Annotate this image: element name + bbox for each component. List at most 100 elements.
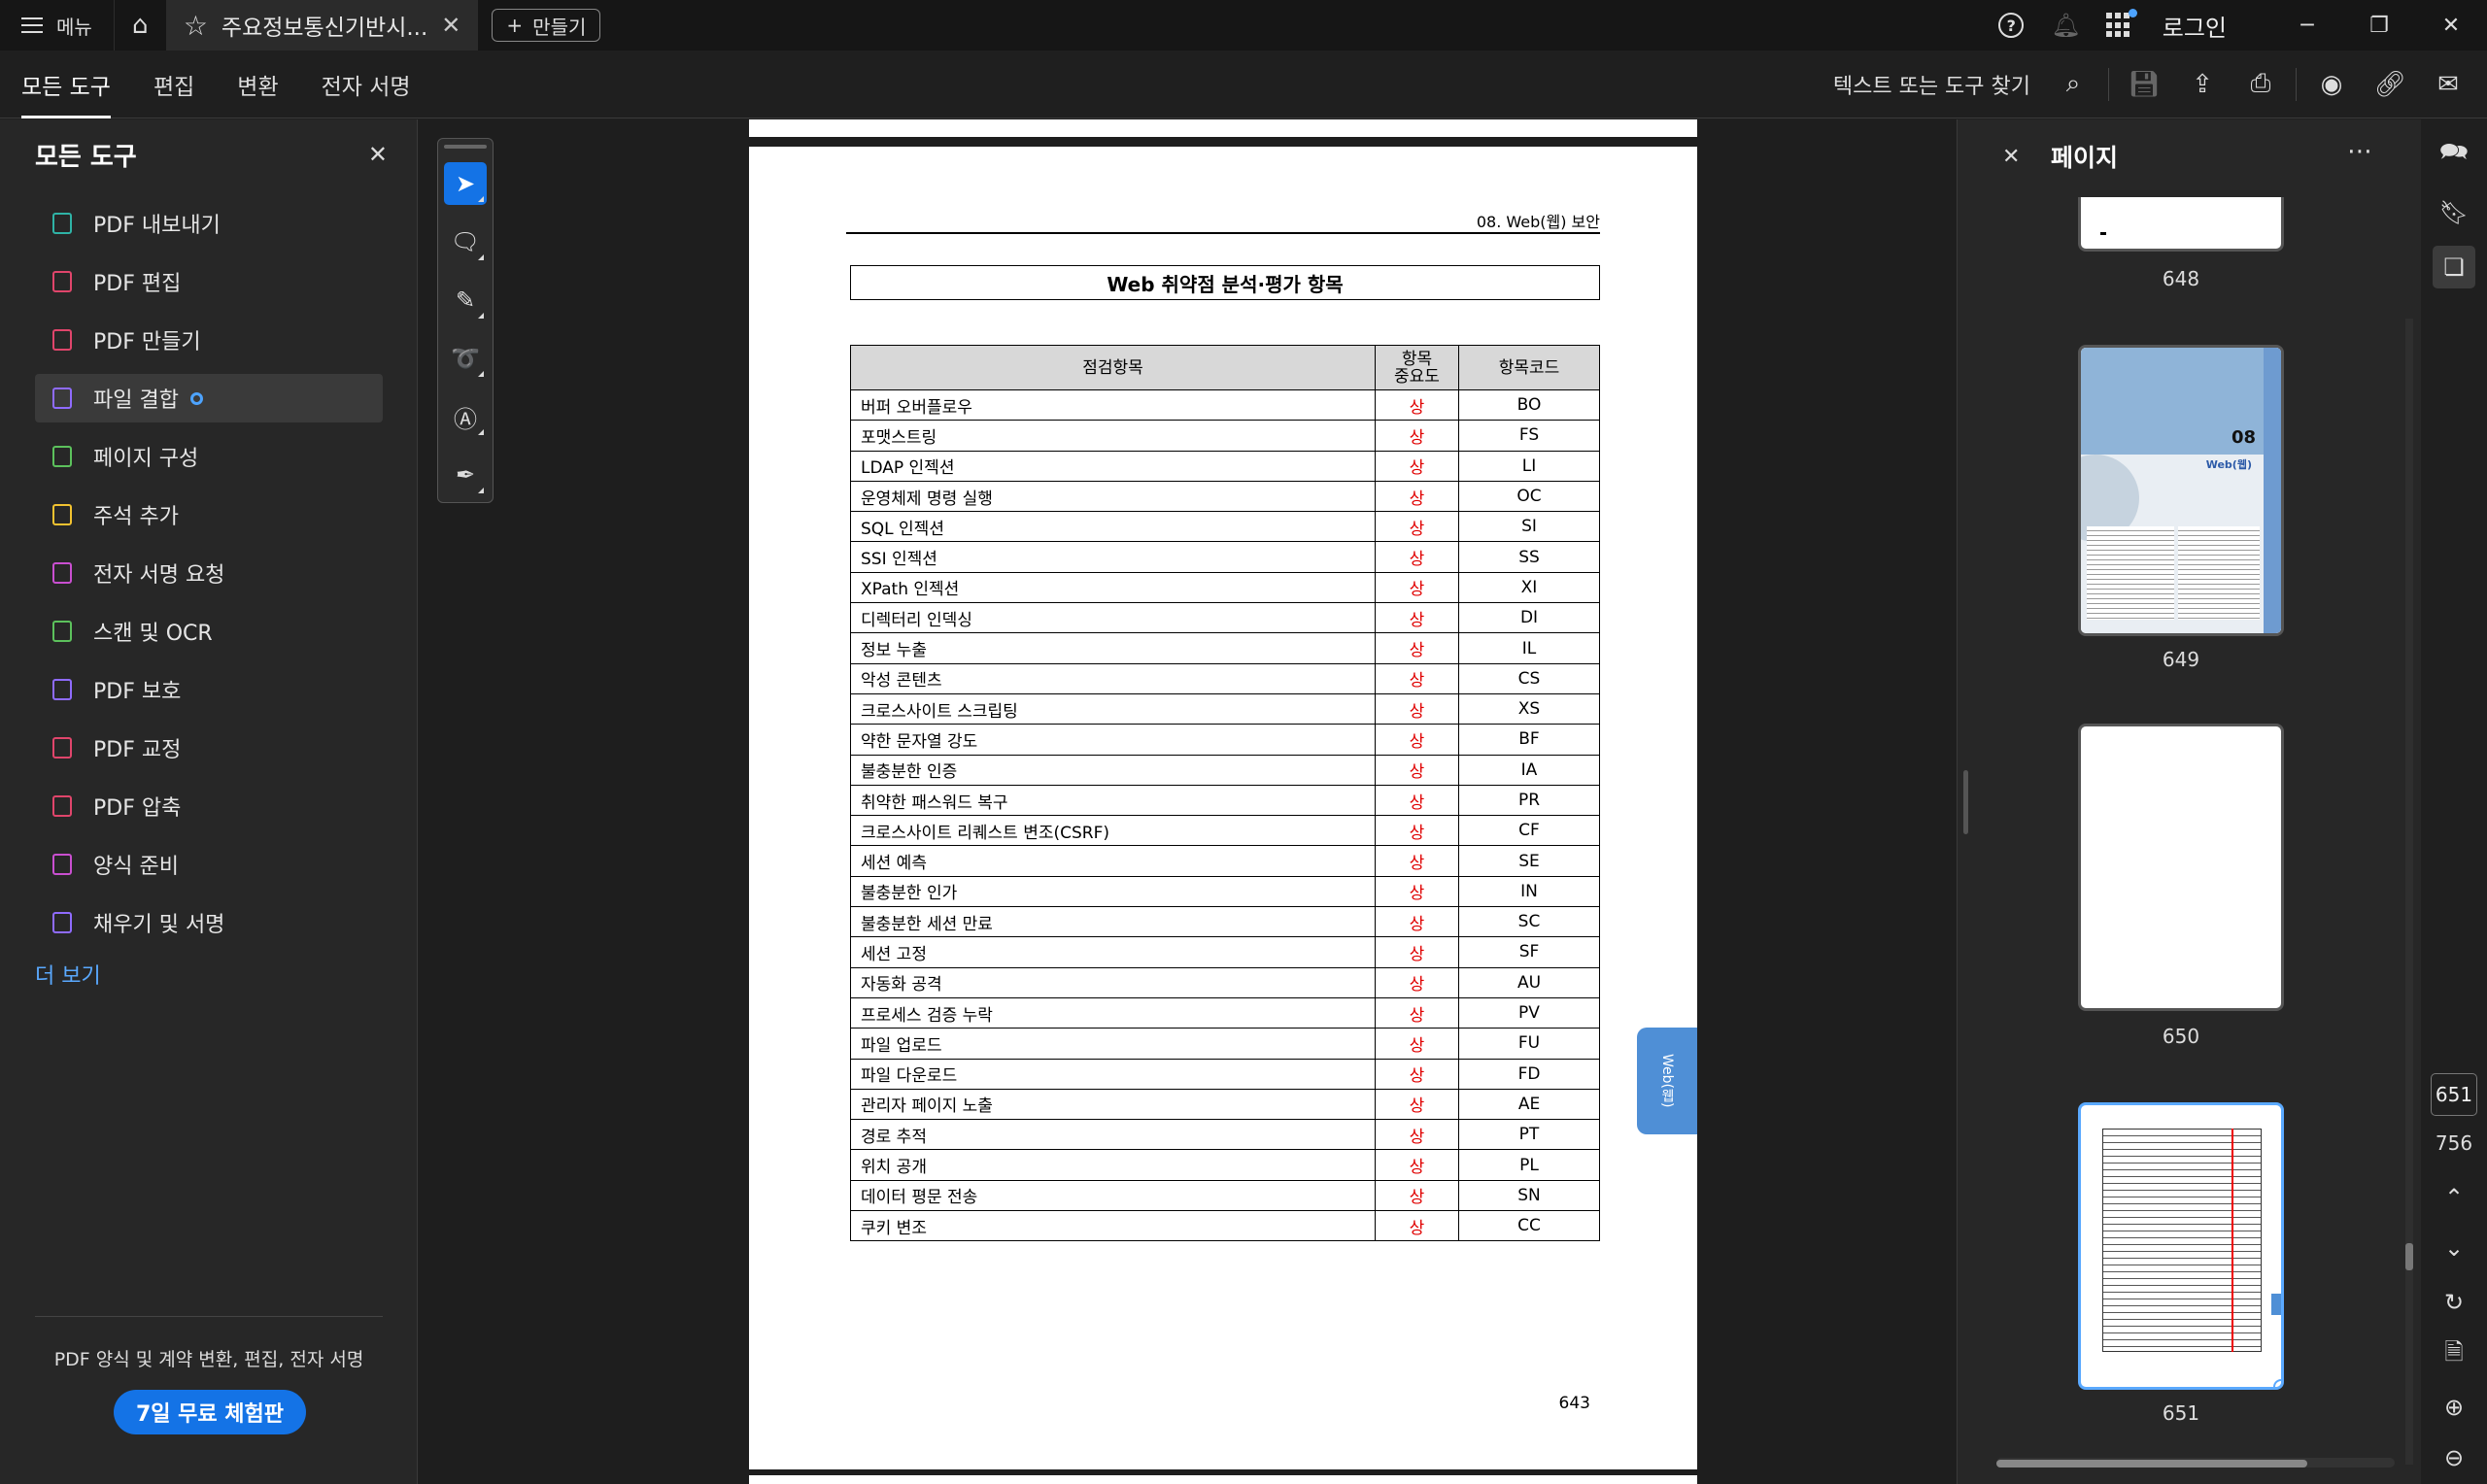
- upload-icon[interactable]: ⇪: [2173, 51, 2231, 118]
- tool-item[interactable]: PDF 편집: [35, 257, 383, 306]
- tool-item[interactable]: 페이지 구성: [35, 432, 383, 481]
- cell-item: 파일 업로드: [850, 1028, 1376, 1060]
- current-page-input[interactable]: 651: [2431, 1073, 2477, 1116]
- document-viewer[interactable]: 08. Web(웹) 보안 Web 취약점 분석·평가 항목 점검항목 항목 중…: [419, 119, 1956, 1484]
- thumbnail-649[interactable]: 08 Web(웹): [2078, 345, 2284, 636]
- rotate-icon[interactable]: ↻: [2433, 1281, 2475, 1324]
- tool-label: PDF 만들기: [93, 330, 201, 354]
- highlight-icon[interactable]: ✎: [444, 279, 487, 321]
- table-row: SSI 인젝션 상 SS: [850, 541, 1600, 573]
- tab-edit[interactable]: 편집: [132, 51, 216, 118]
- more-options-icon[interactable]: ⋯: [2347, 137, 2372, 166]
- thumbnail-651[interactable]: [2078, 1102, 2284, 1390]
- chevron-up-icon[interactable]: ⌃: [2433, 1176, 2475, 1219]
- bell-icon[interactable]: 🔔︎: [2051, 12, 2080, 39]
- cell-code: SF: [1458, 936, 1600, 968]
- tool-item[interactable]: PDF 만들기: [35, 316, 383, 364]
- cell-code: PV: [1458, 996, 1600, 1029]
- email-icon[interactable]: ✉: [2419, 51, 2477, 118]
- cell-code: IL: [1458, 632, 1600, 664]
- tool-item[interactable]: 채우기 및 서명: [35, 898, 383, 947]
- free-trial-button[interactable]: 7일 무료 체험판: [114, 1390, 306, 1434]
- cell-imp: 상: [1375, 754, 1459, 786]
- cell-code: DI: [1458, 602, 1600, 634]
- bookmarks-icon[interactable]: 🔖︎: [2433, 191, 2475, 234]
- share-user-icon[interactable]: ◉: [2302, 51, 2361, 118]
- pages-panel: ✕ 페이지 ⋯ 648 08 Web(웹) 649 650 651: [1957, 119, 2421, 1484]
- pages-horizontal-scrollbar[interactable]: [1996, 1460, 2307, 1467]
- tab-convert[interactable]: 변환: [216, 51, 299, 118]
- menu-button[interactable]: 메뉴: [0, 0, 114, 51]
- save-icon[interactable]: 💾︎: [2115, 51, 2173, 118]
- promo-text: PDF 양식 및 계약 변환, 편집, 전자 서명: [53, 1349, 364, 1370]
- cell-code: PL: [1458, 1149, 1600, 1181]
- main-toolbar: 모든 도구 편집 변환 전자 서명 텍스트 또는 도구 찾기 ⌕ 💾︎ ⇪ ⎙ …: [0, 51, 2487, 118]
- pages-icon[interactable]: ❏: [2433, 246, 2475, 288]
- chapter-side-tab: Web(웹): [1637, 1028, 1697, 1134]
- table-row: 불충분한 인증 상 IA: [850, 754, 1600, 786]
- tool-item[interactable]: 전자 서명 요청: [35, 549, 383, 597]
- chevron-down-icon[interactable]: ⌄: [2433, 1227, 2475, 1269]
- new-tab-button[interactable]: + 만들기: [492, 9, 601, 42]
- close-tab-icon[interactable]: ✕: [441, 12, 460, 39]
- tool-item[interactable]: 주석 추가: [35, 490, 383, 539]
- tool-item[interactable]: PDF 보호: [35, 665, 383, 714]
- close-panel-icon[interactable]: ✕: [368, 141, 388, 168]
- thumbnail-650[interactable]: [2078, 724, 2284, 1011]
- cell-imp: 상: [1375, 541, 1459, 573]
- tab-e-sign[interactable]: 전자 서명: [300, 51, 432, 118]
- star-icon[interactable]: ☆: [184, 10, 208, 42]
- tool-label: PDF 압축: [93, 796, 182, 821]
- login-button[interactable]: 로그인: [2163, 9, 2227, 43]
- see-more-link[interactable]: 더 보기: [35, 959, 101, 990]
- cell-item: 불충분한 인가: [850, 875, 1376, 908]
- restore-icon[interactable]: ❐: [2343, 0, 2415, 51]
- table-row: 파일 다운로드 상 FD: [850, 1058, 1600, 1090]
- cell-code: SN: [1458, 1179, 1600, 1212]
- menu-label: 메뉴: [56, 15, 92, 39]
- zoom-out-icon[interactable]: ⊖: [2433, 1436, 2475, 1479]
- cell-item: XPath 인젝션: [850, 571, 1376, 604]
- table-row: XPath 인젝션 상 XI: [850, 571, 1600, 604]
- select-tool-icon[interactable]: ➤: [444, 162, 487, 205]
- tool-label: PDF 교정: [93, 738, 182, 762]
- tool-item[interactable]: 파일 결합: [35, 374, 383, 422]
- sign-tool-icon[interactable]: ✒: [444, 454, 487, 496]
- tool-item[interactable]: PDF 압축: [35, 782, 383, 830]
- minimize-icon[interactable]: ─: [2271, 0, 2343, 51]
- cell-code: CS: [1458, 662, 1600, 694]
- tool-item[interactable]: 스캔 및 OCR: [35, 607, 383, 656]
- thumb649-title: Web(웹): [2205, 458, 2252, 471]
- table-row: 크로스사이트 스크립팅 상 XS: [850, 692, 1600, 725]
- tool-item[interactable]: PDF 내보내기: [35, 199, 383, 248]
- tool-item[interactable]: PDF 교정: [35, 724, 383, 772]
- apps-icon[interactable]: [2105, 9, 2137, 38]
- document-tab[interactable]: ☆ 주요정보통신기반시... ✕: [165, 0, 479, 51]
- help-icon[interactable]: ?: [1998, 13, 2025, 38]
- home-button[interactable]: ⌂: [113, 0, 166, 51]
- print-icon[interactable]: ⎙: [2231, 51, 2290, 118]
- redact-icon: [49, 734, 76, 761]
- comments-icon[interactable]: 🗪︎: [2433, 133, 2475, 176]
- table-row: 불충분한 인가 상 IN: [850, 875, 1600, 908]
- text-tool-icon[interactable]: Ⓐ: [444, 395, 487, 438]
- search-icon[interactable]: ⌕: [2044, 51, 2102, 118]
- page-layout-icon[interactable]: 🗎︎: [2433, 1333, 2475, 1376]
- new-badge-icon: [189, 391, 203, 405]
- cell-item: 불충분한 세션 만료: [850, 906, 1376, 938]
- close-window-icon[interactable]: ✕: [2415, 0, 2487, 51]
- add-comment-icon[interactable]: 🗨︎: [444, 220, 487, 263]
- find-tools-input[interactable]: 텍스트 또는 도구 찾기: [1833, 69, 2030, 100]
- draw-icon[interactable]: ➰: [444, 337, 487, 380]
- thumbnail-648[interactable]: [2078, 197, 2284, 252]
- pages-scrollbar[interactable]: [2405, 1243, 2413, 1270]
- table-row: 버퍼 오버플로우 상 BO: [850, 388, 1600, 422]
- zoom-in-icon[interactable]: ⊕: [2433, 1386, 2475, 1429]
- panel-resize-handle[interactable]: [1963, 770, 1968, 834]
- tab-all-tools[interactable]: 모든 도구: [0, 51, 132, 118]
- tool-item[interactable]: 양식 준비: [35, 840, 383, 889]
- close-pages-icon[interactable]: ✕: [2002, 145, 2020, 169]
- compress-icon: [49, 793, 76, 820]
- link-icon[interactable]: 🔗︎: [2361, 51, 2419, 118]
- titlebar-right: ? 🔔︎ 로그인 ─ ❐ ✕: [1983, 0, 2487, 51]
